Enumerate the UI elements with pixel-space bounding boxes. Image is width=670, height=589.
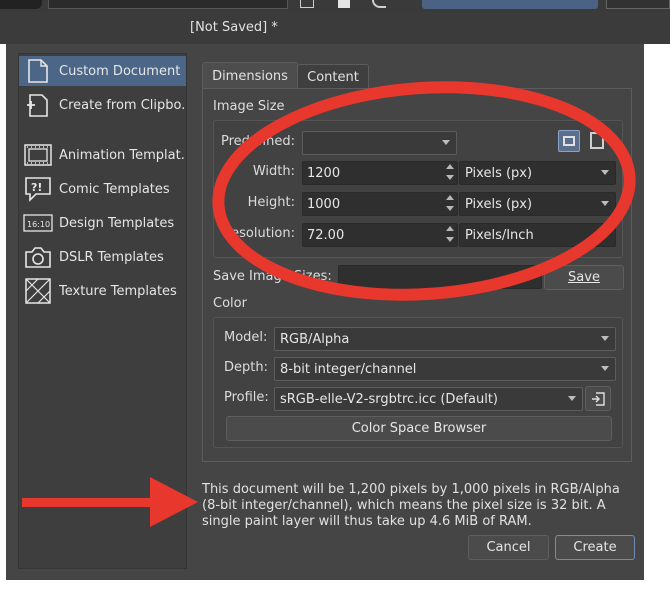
sidebar-item-custom-document[interactable]: Custom Document: [19, 56, 186, 86]
resolution-label: Resolution:: [222, 226, 295, 241]
profile-import-button[interactable]: [585, 386, 611, 411]
color-heading: Color: [213, 296, 247, 311]
sidebar-item-label: Create from Clipbo...: [59, 97, 186, 113]
landscape-icon: [563, 136, 575, 146]
height-unit-select[interactable]: Pixels (px): [459, 192, 616, 216]
color-space-browser-label: Color Space Browser: [351, 421, 487, 436]
toolbar-size-combo[interactable]: [606, 0, 670, 9]
width-label: Width:: [252, 164, 295, 179]
background-edge: [644, 44, 670, 589]
spin-arrows-icon[interactable]: [445, 226, 455, 242]
resolution-unit-select[interactable]: Pixels/Inch: [459, 223, 616, 247]
sidebar-item-design-templates[interactable]: 16:10 Design Templates: [19, 208, 186, 238]
image-size-heading: Image Size: [213, 99, 285, 114]
chevron-down-icon: [568, 396, 576, 401]
model-select[interactable]: RGB/Alpha: [274, 327, 616, 351]
model-value: RGB/Alpha: [280, 331, 350, 347]
chevron-down-icon: [601, 366, 609, 371]
ratio-icon: 16:10: [23, 210, 53, 236]
width-unit-value: Pixels (px): [465, 165, 533, 181]
sidebar-item-animation-templates[interactable]: Animation Templat...: [19, 140, 186, 170]
tab-label: Content: [307, 69, 359, 85]
import-icon: [592, 391, 605, 406]
document-icon: [23, 58, 53, 84]
height-input[interactable]: 1000: [302, 192, 458, 216]
portrait-icon: [590, 132, 604, 149]
camera-icon: [23, 244, 53, 270]
canvas-thumbnail: [0, 0, 42, 9]
sidebar-item-texture-templates[interactable]: Texture Templates: [19, 276, 186, 306]
landscape-orientation-button[interactable]: [558, 130, 580, 152]
tab-dimensions[interactable]: Dimensions: [202, 62, 298, 89]
save-image-sizes-label: Save Image Sizes:: [213, 269, 332, 284]
sidebar-item-label: DSLR Templates: [59, 249, 164, 265]
film-icon: [23, 142, 53, 168]
cancel-button[interactable]: Cancel: [468, 535, 549, 560]
window-title: [Not Saved] *: [190, 20, 278, 35]
depth-value: 8-bit integer/channel: [280, 361, 417, 377]
predefined-select[interactable]: [302, 131, 457, 155]
save-image-sizes-input[interactable]: [338, 265, 542, 289]
save-size-button[interactable]: Save: [544, 265, 624, 290]
toolbar-swatch-icon[interactable]: [338, 0, 350, 8]
sidebar-item-label: Animation Templat...: [59, 147, 186, 163]
height-unit-value: Pixels (px): [465, 196, 533, 212]
profile-value: sRGB-elle-V2-srgbtrc.icc (Default): [280, 391, 499, 407]
color-space-browser-button[interactable]: Color Space Browser: [226, 416, 612, 441]
chevron-down-icon: [601, 170, 609, 175]
width-unit-select[interactable]: Pixels (px): [459, 161, 616, 185]
resolution-input[interactable]: 72.00: [302, 223, 458, 247]
width-value: 1200: [307, 165, 341, 181]
resolution-value: 72.00: [307, 227, 345, 243]
create-label: Create: [573, 540, 617, 555]
profile-select[interactable]: sRGB-elle-V2-srgbtrc.icc (Default): [274, 387, 583, 411]
spin-arrows-icon[interactable]: [445, 195, 455, 211]
template-sidebar: Custom Document Create from Clipbo... An…: [18, 53, 187, 569]
spin-arrows-icon[interactable]: [445, 164, 455, 180]
speech-bubble-icon: ?!: [23, 176, 53, 202]
height-label: Height:: [247, 195, 295, 210]
save-button-label: Save: [568, 270, 600, 285]
height-value: 1000: [307, 196, 341, 212]
sidebar-item-label: Comic Templates: [59, 181, 170, 197]
toolbar-tray-icon[interactable]: [300, 0, 314, 8]
chevron-down-icon: [601, 201, 609, 206]
chevron-down-icon: [601, 336, 609, 341]
sidebar-item-create-from-clipboard[interactable]: Create from Clipbo...: [19, 90, 186, 120]
chevron-down-icon: [601, 232, 609, 237]
width-input[interactable]: 1200: [302, 161, 458, 185]
predefined-label: Predefined:: [221, 134, 295, 149]
clipboard-new-icon: [23, 92, 53, 118]
depth-select[interactable]: 8-bit integer/channel: [274, 357, 616, 381]
document-summary: This document will be 1,200 pixels by 1,…: [202, 482, 620, 529]
profile-label: Profile:: [224, 390, 269, 405]
dialog-titlebar: [0, 12, 670, 44]
resolution-unit-value: Pixels/Inch: [465, 227, 534, 243]
tab-content[interactable]: Content: [297, 64, 369, 89]
sidebar-item-label: Custom Document: [59, 63, 181, 79]
cancel-label: Cancel: [486, 540, 531, 555]
model-label: Model:: [224, 330, 268, 345]
portrait-orientation-button[interactable]: [588, 130, 608, 152]
tab-label: Dimensions: [212, 68, 288, 84]
sidebar-item-comic-templates[interactable]: ?! Comic Templates: [19, 174, 186, 204]
texture-icon: [23, 278, 53, 304]
toolbar-preset-combo[interactable]: [422, 0, 598, 9]
chevron-down-icon: [442, 140, 450, 145]
depth-label: Depth:: [224, 360, 268, 375]
toolbar-field[interactable]: [48, 0, 288, 9]
sidebar-item-label: Design Templates: [59, 215, 175, 231]
svg-text:16:10: 16:10: [27, 220, 50, 229]
sidebar-item-dslr-templates[interactable]: DSLR Templates: [19, 242, 186, 272]
svg-text:?!: ?!: [31, 181, 42, 194]
sidebar-item-label: Texture Templates: [59, 283, 177, 299]
create-button[interactable]: Create: [555, 535, 635, 560]
